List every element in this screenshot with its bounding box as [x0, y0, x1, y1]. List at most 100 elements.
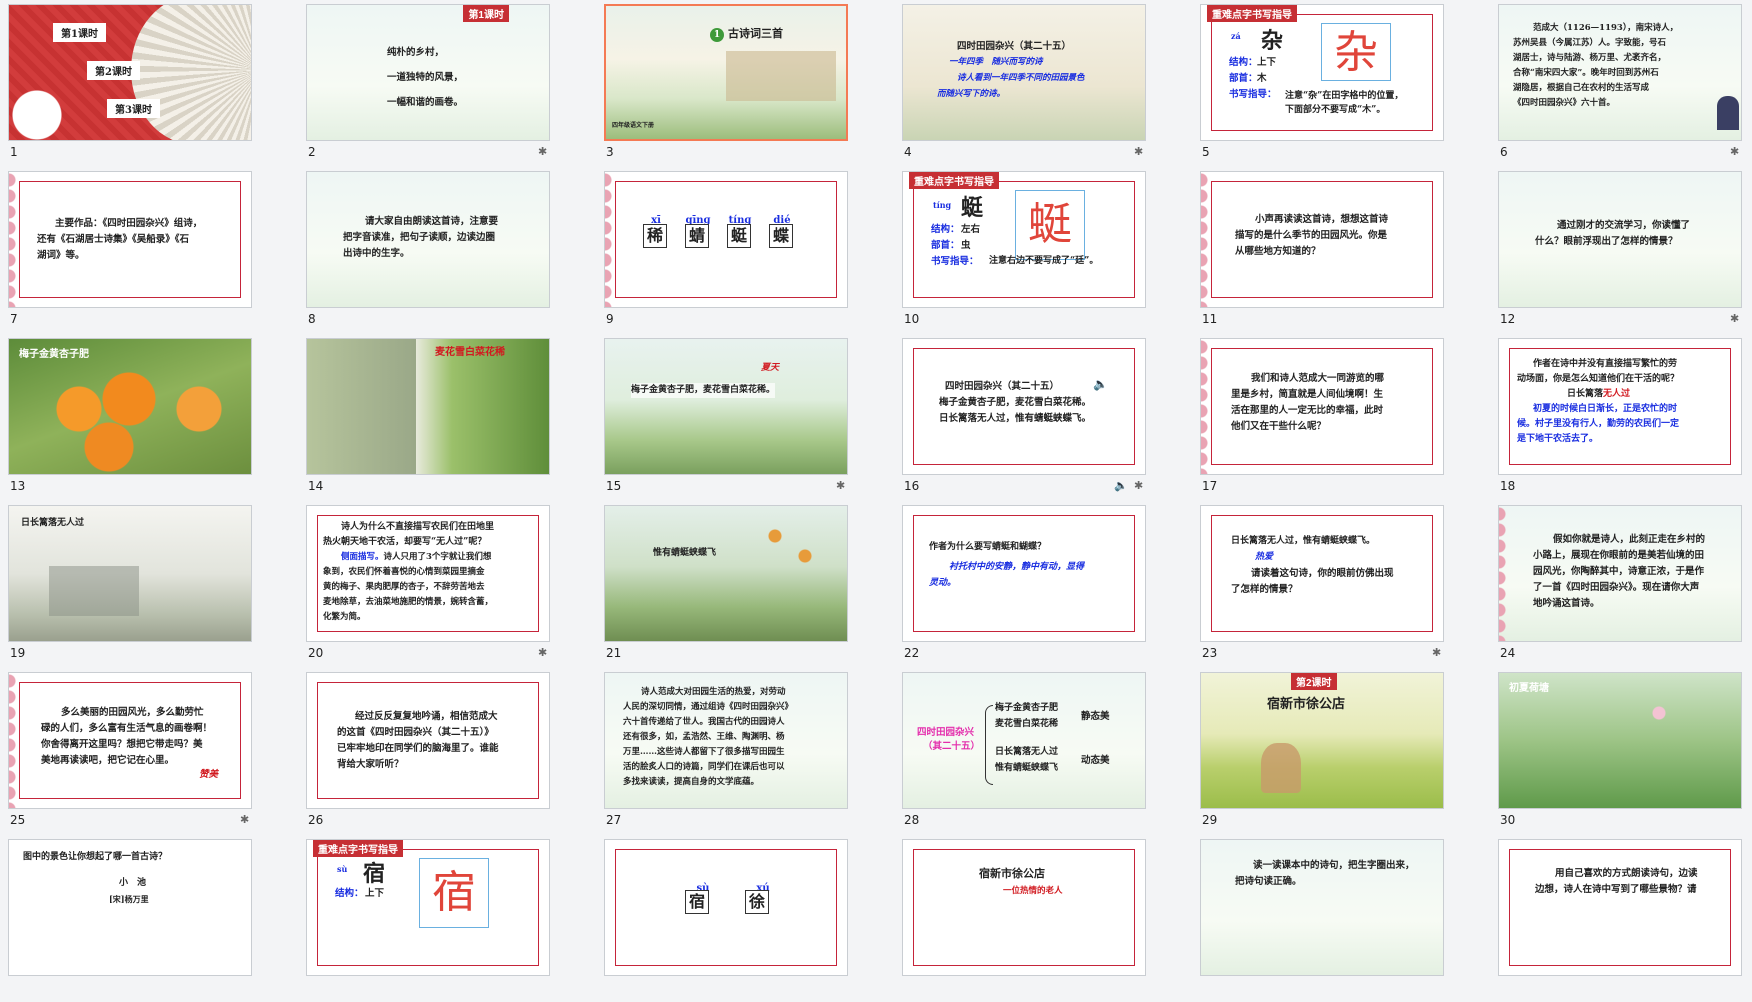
slide-31[interactable]: 图中的景色让你想起了哪一首古诗？ 小 池 [宋]杨万里 [0, 835, 298, 1002]
slide-thumbnail[interactable]: 1 古诗词三首 四年级语文下册 [604, 4, 848, 141]
slide-text: 初夏的时候白日渐长，正是农忙的时 [1533, 404, 1678, 414]
slide-thumbnail[interactable]: sù xú 宿徐 [604, 839, 848, 976]
slide-13[interactable]: 梅子金黄杏子肥 13 [0, 334, 298, 501]
star-icon[interactable]: ✱ [1730, 145, 1739, 158]
slide-thumbnail[interactable]: 梅子金黄杏子肥 [8, 338, 252, 475]
slide-22[interactable]: 作者为什么要写蜻蜓和蝴蝶？ 衬托村中的安静，静中有动，显得 灵动。 22 [894, 501, 1192, 668]
star-icon[interactable]: ✱ [1432, 646, 1441, 659]
slide-24[interactable]: 假如你就是诗人，此刻正走在乡村的 小路上，展现在你眼前的是美若仙境的田 园风光，… [1490, 501, 1752, 668]
slide-thumbnail[interactable]: 日长篱落无人过，惟有蜻蜓蛱蝶飞。 热爱 请读着这句诗，你的眼前仿佛出现 了怎样的… [1200, 505, 1444, 642]
slide-thumbnail[interactable]: 经过反反复复地吟诵，相信范成大 的这首《四时田园杂兴（其二十五）》 已牢牢地印在… [306, 672, 550, 809]
slide-thumbnail[interactable]: 多么美丽的田园风光，多么勤劳忙 碌的人们，多么富有生活气息的画卷啊！ 你舍得离开… [8, 672, 252, 809]
slide-17[interactable]: 我们和诗人范成大一同游览的哪 里是乡村，简直就是人间仙境啊！生 活在那里的人一定… [1192, 334, 1490, 501]
slide-9[interactable]: xī qīnɡ tínɡ dié 稀蜻蜓蝶 9 [596, 167, 894, 334]
slide-thumbnail[interactable]: 第1课时 第2课时 第3课时 [8, 4, 252, 141]
slide-thumbnail[interactable]: 四时田园杂兴（其二十五） 一年四季 随兴而写的诗 诗人看到一年四季不同的田园景色… [902, 4, 1146, 141]
slide-1[interactable]: 第1课时 第2课时 第3课时 1 [0, 0, 298, 167]
lesson-number-badge: 1 [710, 28, 724, 42]
slide-7[interactable]: 主要作品：《四时田园杂兴》组诗， 还有《石湖居士诗集》《吴船录》《石 湖词》等。… [0, 167, 298, 334]
slide-23[interactable]: 日长篱落无人过，惟有蜻蜓蛱蝶飞。 热爱 请读着这句诗，你的眼前仿佛出现 了怎样的… [1192, 501, 1490, 668]
slide-thumbnail[interactable]: 读一读课本中的诗句，把生字圈出来， 把诗句读正确。 [1200, 839, 1444, 976]
value: 上下 [365, 888, 385, 899]
slide-text: 万里……这些诗人都留下了很多描写田园生 [623, 747, 785, 757]
speaker-icon[interactable]: 🔈 [1093, 377, 1108, 391]
lace-border [1201, 172, 1211, 307]
slide-16[interactable]: 四时田园杂兴（其二十五） 🔈 梅子金黄杏子肥，麦花雪白菜花稀。 日长篱落无人过，… [894, 334, 1192, 501]
slide-25[interactable]: 多么美丽的田园风光，多么勤劳忙 碌的人们，多么富有生活气息的画卷啊！ 你舍得离开… [0, 668, 298, 835]
slide-number: 8 [308, 312, 316, 326]
slide-6[interactable]: 范成大（1126—1193），南宋诗人， 苏州吴县（今属江苏）人。字致能，号石 … [1490, 0, 1752, 167]
slide-thumbnail[interactable]: 请大家自由朗读这首诗，注意要 把字音读准，把句子读顺，边读边圈 出诗中的生字。 [306, 171, 550, 308]
slide-thumbnail[interactable]: 宿新市徐公店 一位热情的老人 [902, 839, 1146, 976]
star-icon[interactable]: ✱ [538, 145, 547, 158]
star-icon[interactable]: ✱ [1134, 479, 1143, 492]
slide-thumbnail[interactable]: 作者在诗中并没有直接描写繁忙的劳 动场面，你是怎么知道他们在干活的呢？ 日长篱落… [1498, 338, 1742, 475]
star-icon[interactable]: ✱ [538, 646, 547, 659]
slide-8[interactable]: 请大家自由朗读这首诗，注意要 把字音读准，把句子读顺，边读边圈 出诗中的生字。 … [298, 167, 596, 334]
slide-thumbnail[interactable]: 初夏荷塘 [1498, 672, 1742, 809]
slide-thumbnail[interactable]: 麦花雪白菜花稀 [306, 338, 550, 475]
slide-thumbnail[interactable]: 图中的景色让你想起了哪一首古诗？ 小 池 [宋]杨万里 [8, 839, 252, 976]
slide-thumbnail[interactable]: 四时田园杂兴 （其二十五） 梅子金黄杏子肥 麦花雪白菜花稀 静态美 日长篱落无人… [902, 672, 1146, 809]
slide-thumbnail[interactable]: 通过刚才的交流学习，你读懂了 什么？眼前浮现出了怎样的情景？ [1498, 171, 1742, 308]
slide-36[interactable]: 用自己喜欢的方式朗读诗句，边读 边想，诗人在诗中写到了哪些景物？请 [1490, 835, 1752, 1002]
label: 书写指导： [1229, 89, 1277, 100]
star-icon[interactable]: ✱ [240, 813, 249, 826]
speaker-icon[interactable]: 🔈 [1114, 479, 1128, 492]
slide-thumbnail[interactable]: 用自己喜欢的方式朗读诗句，边读 边想，诗人在诗中写到了哪些景物？请 [1498, 839, 1742, 976]
slide-number: 27 [606, 813, 622, 827]
slide-thumbnail[interactable]: 假如你就是诗人，此刻正走在乡村的 小路上，展现在你眼前的是美若仙境的田 园风光，… [1498, 505, 1742, 642]
slide-5[interactable]: 重难点字书写指导 zá 杂 杂 结构： 上下 部首： 木 书写指导： 注意“杂”… [1192, 0, 1490, 167]
slide-12[interactable]: 通过刚才的交流学习，你读懂了 什么？眼前浮现出了怎样的情景？ 12 ✱ [1490, 167, 1752, 334]
slide-2[interactable]: 第1课时 纯朴的乡村， 一道独特的风景， 一幅和谐的画卷。 2 ✱ [298, 0, 596, 167]
slide-27[interactable]: 诗人范成大对田园生活的热爱，对劳动 人民的深切同情，通过组诗《四时田园杂兴》 六… [596, 668, 894, 835]
lesson-2-label[interactable]: 第2课时 [87, 61, 140, 80]
slide-20[interactable]: 诗人为什么不直接描写农民们在田地里 热火朝天地干农活，却要写“无人过”呢？ 侧面… [298, 501, 596, 668]
slide-26[interactable]: 经过反反复复地吟诵，相信范成大 的这首《四时田园杂兴（其二十五）》 已牢牢地印在… [298, 668, 596, 835]
slide-thumbnail[interactable]: 第1课时 纯朴的乡村， 一道独特的风景， 一幅和谐的画卷。 [306, 4, 550, 141]
lesson-3-label[interactable]: 第3课时 [107, 99, 160, 118]
slide-thumbnail[interactable]: 范成大（1126—1193），南宋诗人， 苏州吴县（今属江苏）人。字致能，号石 … [1498, 4, 1742, 141]
slide-thumbnail[interactable]: 第2课时 宿新市徐公店 [1200, 672, 1444, 809]
slide-thumbnail[interactable]: 重难点字书写指导 zá 杂 杂 结构： 上下 部首： 木 书写指导： 注意“杂”… [1200, 4, 1444, 141]
slide-4[interactable]: 四时田园杂兴（其二十五） 一年四季 随兴而写的诗 诗人看到一年四季不同的田园景色… [894, 0, 1192, 167]
slide-thumbnail[interactable]: 惟有蜻蜓蛱蝶飞 [604, 505, 848, 642]
slide-19[interactable]: 日长篱落无人过 19 [0, 501, 298, 668]
slide-thumbnail[interactable]: 我们和诗人范成大一同游览的哪 里是乡村，简直就是人间仙境啊！生 活在那里的人一定… [1200, 338, 1444, 475]
pinyin: zá [1231, 31, 1241, 41]
slide-thumbnail[interactable]: 诗人范成大对田园生活的热爱，对劳动 人民的深切同情，通过组诗《四时田园杂兴》 六… [604, 672, 848, 809]
slide-text: 已牢牢地印在同学们的脑海里了。谁能 [337, 743, 499, 754]
slide-21[interactable]: 惟有蜻蜓蛱蝶飞 21 [596, 501, 894, 668]
slide-29[interactable]: 第2课时 宿新市徐公店 29 [1192, 668, 1490, 835]
slide-15[interactable]: 夏天 梅子金黄杏子肥，麦花雪白菜花稀。 15 ✱ [596, 334, 894, 501]
slide-thumbnail[interactable]: 小声再读读这首诗，想想这首诗 描写的是什么季节的田园风光。你是 从哪些地方知道的… [1200, 171, 1444, 308]
slide-35[interactable]: 读一读课本中的诗句，把生字圈出来， 把诗句读正确。 [1192, 835, 1490, 1002]
slide-14[interactable]: 麦花雪白菜花稀 14 [298, 334, 596, 501]
slide-28[interactable]: 四时田园杂兴 （其二十五） 梅子金黄杏子肥 麦花雪白菜花稀 静态美 日长篱落无人… [894, 668, 1192, 835]
slide-3[interactable]: 1 古诗词三首 四年级语文下册 3 [596, 0, 894, 167]
slide-thumbnail[interactable]: 重难点字书写指导 sù 宿 宿 结构： 上下 [306, 839, 550, 976]
slide-thumbnail[interactable]: 诗人为什么不直接描写农民们在田地里 热火朝天地干农活，却要写“无人过”呢？ 侧面… [306, 505, 550, 642]
star-icon[interactable]: ✱ [1134, 145, 1143, 158]
slide-thumbnail[interactable]: 重难点字书写指导 tíng 蜓 蜓 结构： 左右 部首： 虫 书写指导： 注意右… [902, 171, 1146, 308]
slide-30[interactable]: 初夏荷塘 30 [1490, 668, 1752, 835]
poet-portrait [1717, 96, 1739, 130]
star-icon[interactable]: ✱ [1730, 312, 1739, 325]
lesson-1-label[interactable]: 第1课时 [53, 23, 106, 42]
slide-thumbnail[interactable]: xī qīnɡ tínɡ dié 稀蜻蜓蝶 [604, 171, 848, 308]
slide-thumbnail[interactable]: 作者为什么要写蜻蜓和蝴蝶？ 衬托村中的安静，静中有动，显得 灵动。 [902, 505, 1146, 642]
slide-thumbnail[interactable]: 四时田园杂兴（其二十五） 🔈 梅子金黄杏子肥，麦花雪白菜花稀。 日长篱落无人过，… [902, 338, 1146, 475]
slide-18[interactable]: 作者在诗中并没有直接描写繁忙的劳 动场面，你是怎么知道他们在干活的呢？ 日长篱落… [1490, 334, 1752, 501]
slide-10[interactable]: 重难点字书写指导 tíng 蜓 蜓 结构： 左右 部首： 虫 书写指导： 注意右… [894, 167, 1192, 334]
slide-text: 诗人只用了3个字就让我们想 [383, 552, 492, 562]
slide-34[interactable]: 宿新市徐公店 一位热情的老人 [894, 835, 1192, 1002]
slide-number: 9 [606, 312, 614, 326]
slide-32[interactable]: 重难点字书写指导 sù 宿 宿 结构： 上下 [298, 835, 596, 1002]
slide-thumbnail[interactable]: 日长篱落无人过 [8, 505, 252, 642]
slide-11[interactable]: 小声再读读这首诗，想想这首诗 描写的是什么季节的田园风光。你是 从哪些地方知道的… [1192, 167, 1490, 334]
slide-thumbnail[interactable]: 夏天 梅子金黄杏子肥，麦花雪白菜花稀。 [604, 338, 848, 475]
slide-text: 读一读课本中的诗句，把生字圈出来， [1253, 860, 1415, 871]
star-icon[interactable]: ✱ [836, 479, 845, 492]
slide-33[interactable]: sù xú 宿徐 [596, 835, 894, 1002]
slide-thumbnail[interactable]: 主要作品：《四时田园杂兴》组诗， 还有《石湖居士诗集》《吴船录》《石 湖词》等。 [8, 171, 252, 308]
